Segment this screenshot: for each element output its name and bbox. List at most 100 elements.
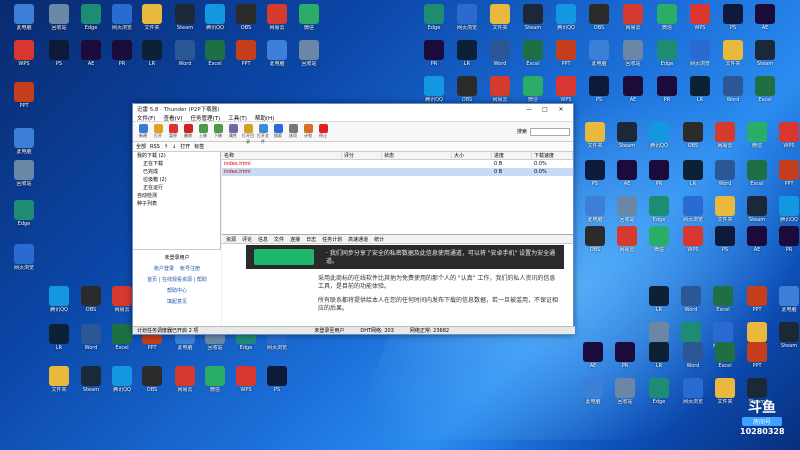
toolbar-search[interactable]: 搜索 — [517, 127, 570, 136]
toolbar-button[interactable]: 打开目录 — [241, 123, 255, 144]
desktop-icon[interactable]: 回收站 — [606, 378, 644, 418]
help-links[interactable]: 首页 | 在线观看资源 | 帮助 — [133, 276, 221, 283]
maximize-button[interactable]: □ — [537, 106, 553, 113]
desktop-icon[interactable]: WPS — [770, 122, 800, 162]
desktop-icon[interactable]: 此电脑 — [5, 4, 43, 44]
desktop-icon[interactable]: 此电脑 — [580, 40, 618, 80]
desktop-icon[interactable]: 回收站 — [5, 160, 43, 200]
title-bar[interactable]: 迅雷 5.8 · Thunder (P2P下载器) — □ ✕ — [133, 104, 573, 114]
toolbar-button[interactable]: 新建 — [136, 123, 150, 140]
detail-tab[interactable]: 任务计划 — [322, 236, 342, 243]
detail-tab[interactable]: 统计 — [374, 236, 384, 243]
desktop-icon[interactable]: 回收站 — [614, 40, 652, 80]
col-status[interactable]: 状态 — [382, 152, 452, 159]
desktop-icon[interactable]: 网页浏览 — [5, 244, 43, 284]
desktop-icon[interactable]: 回收站 — [290, 40, 328, 80]
tree-completed[interactable]: 已完成 — [133, 168, 220, 176]
desktop-icon[interactable]: 微信 — [640, 226, 678, 266]
desktop-icon[interactable]: 网易云 — [614, 4, 652, 44]
tag-button[interactable]: 标签 — [194, 143, 204, 150]
tree-auto-detect[interactable]: 自动检测 — [133, 192, 220, 200]
desktop-icon[interactable]: AE — [746, 4, 784, 44]
desktop-icon[interactable]: PPT — [5, 82, 43, 122]
col-progress[interactable]: 进度 — [492, 152, 532, 159]
desktop-icon-label: Steam — [756, 61, 774, 67]
toolbar-button[interactable]: 计划 — [301, 123, 315, 140]
register-button[interactable]: 帐号注册 — [180, 265, 200, 272]
desktop-icon[interactable]: PR — [770, 226, 800, 266]
feedback-link[interactable]: 填起意见 — [133, 298, 221, 305]
desktop-icon[interactable]: LR — [640, 342, 678, 382]
detail-tab[interactable]: 评论 — [242, 236, 252, 243]
desktop-icon[interactable]: 微信 — [290, 4, 328, 44]
desktop-icon[interactable]: 此电脑 — [770, 286, 800, 326]
help-center-link[interactable]: 帮助中心 — [133, 287, 221, 294]
detail-tab[interactable]: 连接 — [290, 236, 300, 243]
desktop-icon[interactable]: Edge — [5, 200, 43, 240]
desktop-icon[interactable]: 腾讯QQ — [640, 122, 678, 162]
menu-file[interactable]: 文件(F) — [137, 114, 155, 122]
open-button[interactable]: 打开 — [180, 143, 190, 150]
desktop-icon[interactable]: Steam — [746, 40, 784, 80]
col-rating[interactable]: 评分 — [342, 152, 382, 159]
table-row[interactable]: index.html 0 B 0.0% — [222, 160, 573, 168]
toolbar-button[interactable]: 下移 — [211, 123, 225, 140]
menu-tools[interactable]: 工具(T) — [228, 114, 247, 122]
close-button[interactable]: ✕ — [553, 106, 569, 113]
toolbar-button[interactable]: 上移 — [196, 123, 210, 140]
desktop-icon-label: PR — [785, 247, 793, 253]
toolbar-button[interactable]: 搜索 — [271, 123, 285, 140]
row-progress: 0.0% — [534, 161, 547, 167]
toolbar-button[interactable]: 属性 — [226, 123, 240, 140]
detail-tab[interactable]: 资源 — [226, 236, 236, 243]
detail-tab[interactable]: 信息 — [258, 236, 268, 243]
detail-tab[interactable]: 日志 — [306, 236, 316, 243]
desktop-icon[interactable]: WPS — [5, 40, 43, 80]
detail-tab[interactable]: 文件 — [274, 236, 284, 243]
desktop-icon[interactable]: PR — [640, 160, 678, 200]
status-network: 网络正常: 23682 — [409, 328, 450, 334]
login-button[interactable]: 账户登录 — [154, 265, 174, 272]
toolbar-button[interactable]: 选项 — [286, 123, 300, 140]
toolbar-button[interactable]: 停止 — [316, 123, 330, 140]
filter-all[interactable]: 全部 — [136, 143, 146, 150]
move-down-button[interactable]: ↓ — [172, 144, 176, 150]
filter-rss[interactable]: RSS — [150, 144, 160, 150]
col-name[interactable]: 名称 — [222, 152, 342, 159]
detail-tab[interactable]: 高速通道 — [348, 236, 368, 243]
desktop-icon[interactable]: PPT — [770, 160, 800, 200]
tree-my-downloads[interactable]: 我的下载 (2) — [133, 152, 220, 160]
minimize-button[interactable]: — — [521, 106, 537, 113]
desktop-icon[interactable]: PPT — [738, 342, 776, 382]
app-icon — [523, 4, 543, 24]
desktop-icon[interactable]: OBS — [580, 4, 618, 44]
app-icon — [617, 226, 637, 246]
desktop-icon[interactable]: PS — [580, 76, 618, 116]
col-speed[interactable]: 下载速度 — [532, 152, 573, 159]
desktop-icon[interactable]: PS — [258, 366, 296, 406]
desktop-icon[interactable]: PR — [606, 342, 644, 382]
app-icon — [267, 4, 287, 24]
search-input[interactable] — [530, 127, 570, 136]
desktop-icon[interactable]: AE — [614, 76, 652, 116]
col-size[interactable]: 大小 — [452, 152, 492, 159]
toolbar-button[interactable]: 打开 — [151, 123, 165, 140]
download-manager-window[interactable]: 迅雷 5.8 · Thunder (P2P下载器) — □ ✕ 文件(F) 查看… — [132, 103, 575, 335]
tree-trash[interactable]: 垃圾箱 (2) — [133, 176, 220, 184]
tree-torrent-list[interactable]: 种子列表 — [133, 200, 220, 208]
move-up-button[interactable]: ↑ — [164, 144, 168, 150]
status-tasks: 计划任务调度器已开启 2 项 — [137, 328, 199, 334]
desktop-icon[interactable]: Excel — [746, 76, 784, 116]
menu-help[interactable]: 帮助(H) — [255, 114, 274, 122]
desktop-icon[interactable]: Edge — [640, 378, 678, 418]
menu-tasks[interactable]: 任务管理(T) — [191, 114, 221, 122]
toolbar-button[interactable]: 暂停 — [166, 123, 180, 140]
menu-view[interactable]: 查看(V) — [163, 114, 182, 122]
toolbar-button[interactable]: 打开文件 — [256, 123, 270, 144]
app-icon — [424, 40, 444, 60]
desktop-icon[interactable]: Excel — [704, 286, 742, 326]
tree-running[interactable]: 正在运行 — [133, 184, 220, 192]
table-row[interactable]: index.html 0 B 0.0% — [222, 168, 573, 176]
toolbar-button[interactable]: 删除 — [181, 123, 195, 140]
tree-downloading[interactable]: 正在下载 — [133, 160, 220, 168]
